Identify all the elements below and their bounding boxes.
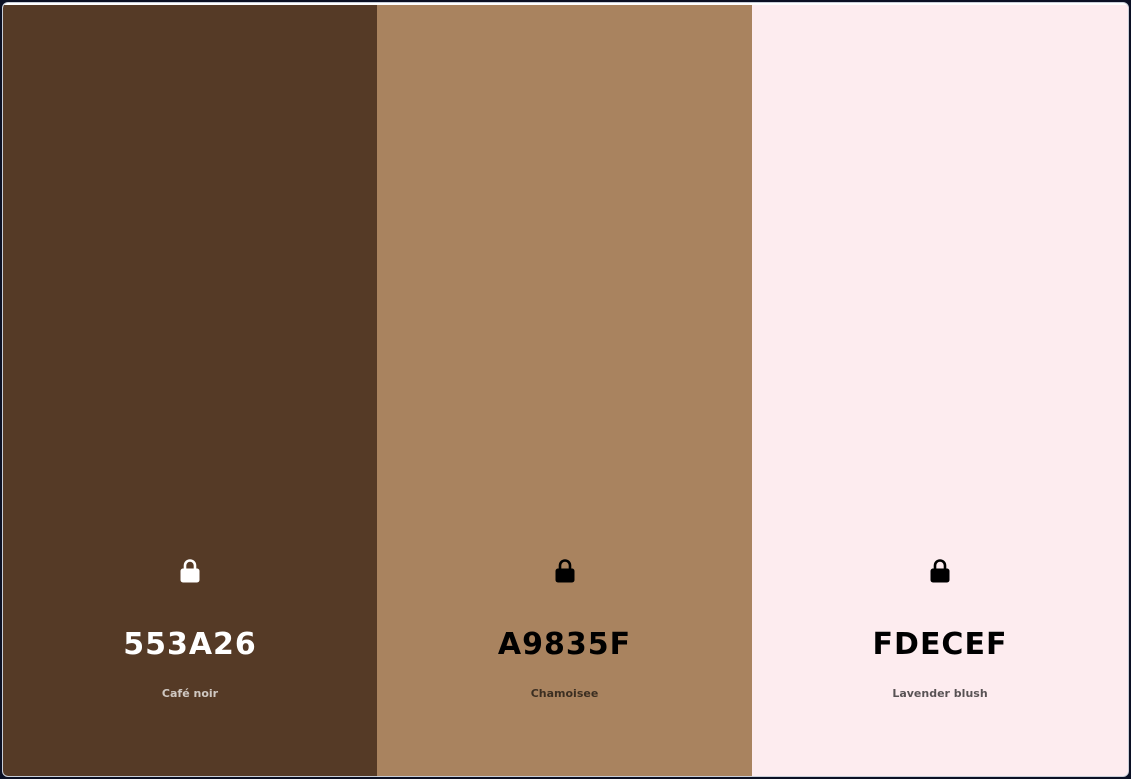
hex-code[interactable]: A9835F bbox=[377, 625, 752, 665]
lock-icon[interactable] bbox=[929, 558, 951, 584]
color-name[interactable]: Chamoisee bbox=[377, 685, 752, 703]
hex-code[interactable]: 553A26 bbox=[3, 625, 377, 665]
hex-code[interactable]: FDECEF bbox=[752, 625, 1128, 665]
color-name[interactable]: Café noir bbox=[3, 685, 377, 703]
color-name[interactable]: Lavender blush bbox=[752, 685, 1128, 703]
color-swatch-3[interactable]: FDECEF Lavender blush bbox=[752, 5, 1128, 776]
lock-icon[interactable] bbox=[554, 558, 576, 584]
color-palette: 553A26 Café noir A9835F Chamoisee FDECEF… bbox=[3, 5, 1128, 776]
color-swatch-2[interactable]: A9835F Chamoisee bbox=[377, 5, 752, 776]
color-swatch-1[interactable]: 553A26 Café noir bbox=[3, 5, 377, 776]
lock-icon[interactable] bbox=[179, 558, 201, 584]
palette-window: 553A26 Café noir A9835F Chamoisee FDECEF… bbox=[2, 2, 1129, 777]
